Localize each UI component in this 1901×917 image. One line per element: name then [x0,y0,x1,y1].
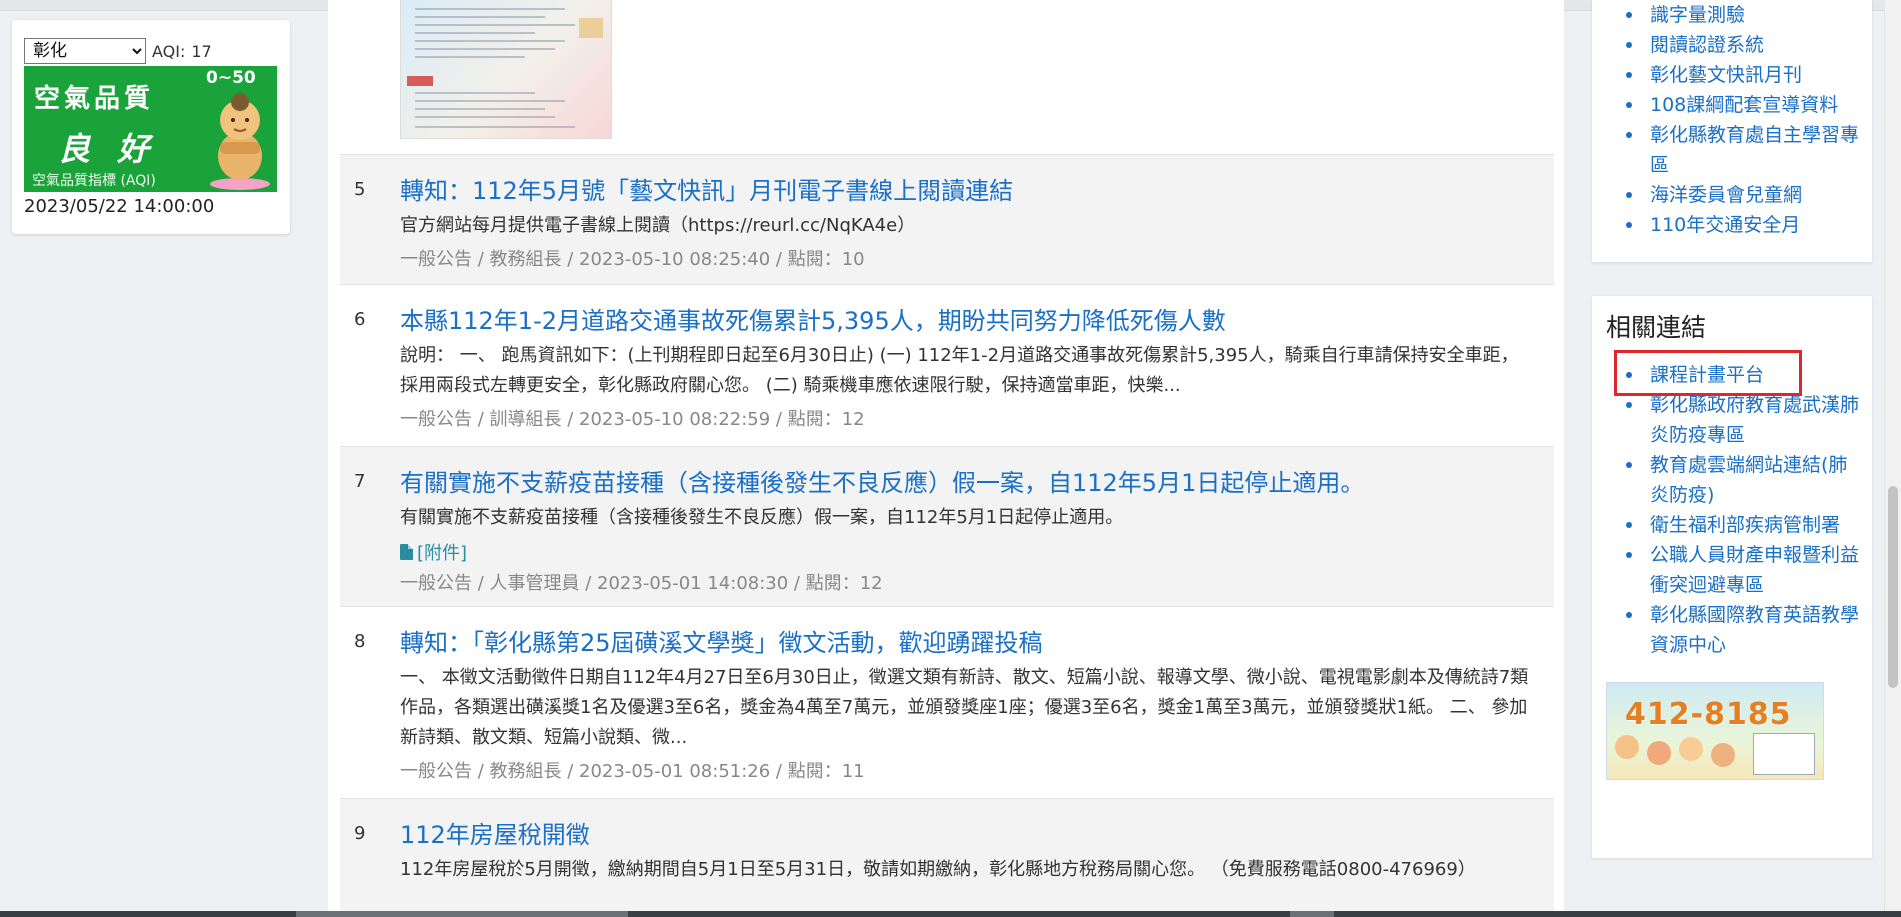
news-summary: 112年房屋稅於5月開徵，繳納期間自5月1日至5月31日，敬請如期繳納，彰化縣地… [400,859,1476,880]
news-title-link[interactable]: 轉知：「彰化縣第25屆磺溪文學獎」徵文活動，歡迎踴躍投稿 [400,623,1043,658]
quick-link[interactable]: 110年交通安全月 [1606,210,1862,240]
aqi-widget: 彰化 AQI: 17 空氣品質 0~50 良 好 空氣品質指標 (AQI) 20… [12,20,290,234]
child-icon [1711,743,1735,767]
scrollbar-thumb[interactable] [1888,486,1898,688]
file-icon [400,544,413,560]
quick-link[interactable]: 108課綱配套宣導資料 [1606,90,1862,120]
news-summary: 有關實施不支薪疫苗接種（含接種後發生不良反應）假一案，自112年5月1日起停止適… [400,507,1124,528]
news-item: 9 112年房屋稅開徵 112年房屋稅於5月開徵，繳納期間自5月1日至5月31日… [340,798,1554,912]
news-item: 7 有關實施不支薪疫苗接種（含接種後發生不良反應）假一案，自112年5月1日起停… [340,446,1554,607]
related-link[interactable]: 公職人員財產申報暨利益衝突迴避專區 [1606,540,1862,600]
news-title-link[interactable]: 本縣112年1-2月道路交通事故死傷累計5,395人，期盼共同努力降低死傷人數 [400,301,1226,336]
related-link[interactable]: 彰化縣政府教育處武漢肺炎防疫專區 [1606,390,1862,450]
quick-links-card: 識字量測驗 閱讀認證系統 彰化藝文快訊月刊 108課綱配套宣導資料 彰化縣教育處… [1592,0,1872,262]
news-summary: 一、 本徵文活動徵件日期自112年4月27日至6月30日止，徵選文類有新詩、散文… [400,667,1529,748]
bottom-edge [0,911,1901,917]
aqi-banner-caption: 空氣品質指標 (AQI) [32,173,156,189]
aqi-banner-range: 0~50 [206,68,256,88]
related-links-title: 相關連結 [1606,313,1707,342]
news-item: 5 轉知：112年5月號「藝文快訊」月刊電子書線上閱讀連結 官方網站每月提供電子… [340,154,1554,285]
hotline-banner-image[interactable]: 412-8185 [1606,682,1824,780]
region-select[interactable]: 彰化 [24,38,146,64]
news-number: 9 [354,823,366,844]
aqi-banner-status: 良 好 [58,130,158,168]
aqi-row: 彰化 AQI: 17 [24,38,212,64]
aqi-banner: 空氣品質 0~50 良 好 空氣品質指標 (AQI) [24,66,277,192]
aqi-banner-title: 空氣品質 [34,84,155,114]
news-title-link[interactable]: 有關實施不支薪疫苗接種（含接種後發生不良反應）假一案，自112年5月1日起停止適… [400,463,1364,498]
aqi-timestamp: 2023/05/22 14:00:00 [24,196,215,217]
buddha-mascot-icon [210,93,270,190]
news-summary: 官方網站每月提供電子書線上閱讀（https://reurl.cc/NqKA4e） [400,215,916,236]
news-title-link[interactable]: 轉知：112年5月號「藝文快訊」月刊電子書線上閱讀連結 [400,171,1013,206]
news-item: 6 本縣112年1-2月道路交通事故死傷累計5,395人，期盼共同努力降低死傷人… [340,284,1554,447]
news-meta: 一般公告 / 教務組長 / 2023-05-10 08:25:40 / 點閱：1… [400,249,865,270]
news-number: 6 [354,309,366,330]
child-icon [1615,735,1639,759]
related-links-list: 課程計畫平台 彰化縣政府教育處武漢肺炎防疫專區 教育處雲端網站連結(肺炎防疫) … [1606,360,1862,660]
aqi-label: AQI: [152,41,186,61]
quick-link[interactable]: 閱讀認證系統 [1606,30,1862,60]
related-link[interactable]: 教育處雲端網站連結(肺炎防疫) [1606,450,1862,510]
related-link[interactable]: 衛生福利部疾病管制署 [1606,510,1862,540]
quick-link[interactable]: 海洋委員會兒童網 [1606,180,1862,210]
hotline-phone: 412-8185 [1625,697,1792,732]
quick-link[interactable]: 彰化藝文快訊月刊 [1606,60,1862,90]
news-meta: 一般公告 / 訓導組長 / 2023-05-10 08:22:59 / 點閱：1… [400,409,865,430]
highlight-annotation-box [1614,350,1802,396]
attachment-link[interactable]: [附件] [400,539,467,565]
quick-link[interactable]: 彰化縣教育處自主學習專區 [1606,120,1862,180]
news-meta: 一般公告 / 人事管理員 / 2023-05-01 14:08:30 / 點閱：… [400,573,883,594]
page-scrollbar[interactable] [1884,0,1901,911]
news-title-link[interactable]: 112年房屋稅開徵 [400,815,590,850]
news-number: 8 [354,631,366,652]
calendar-icon [1753,733,1815,775]
quick-link[interactable]: 識字量測驗 [1606,0,1862,30]
attachment-label: [附件] [417,543,468,564]
news-list-panel: 5 轉知：112年5月號「藝文快訊」月刊電子書線上閱讀連結 官方網站每月提供電子… [328,0,1564,912]
quick-links-list: 識字量測驗 閱讀認證系統 彰化藝文快訊月刊 108課綱配套宣導資料 彰化縣教育處… [1606,0,1862,240]
child-icon [1647,741,1671,765]
news-item: 8 轉知：「彰化縣第25屆磺溪文學獎」徵文活動，歡迎踴躍投稿 一、 本徵文活動徵… [340,606,1554,799]
news-number: 7 [354,471,366,492]
news-meta: 一般公告 / 教務組長 / 2023-05-01 08:51:26 / 點閱：1… [400,761,865,782]
aqi-value: 17 [191,41,212,61]
news-number: 5 [354,179,366,200]
news-summary: 說明： 一、 跑馬資訊如下：(上刊期程即日起至6月30日止) (一) 112年1… [400,345,1519,396]
related-link[interactable]: 彰化縣國際教育英語教學資源中心 [1606,600,1862,660]
child-icon [1679,737,1703,761]
announcement-poster-image[interactable] [400,0,612,139]
